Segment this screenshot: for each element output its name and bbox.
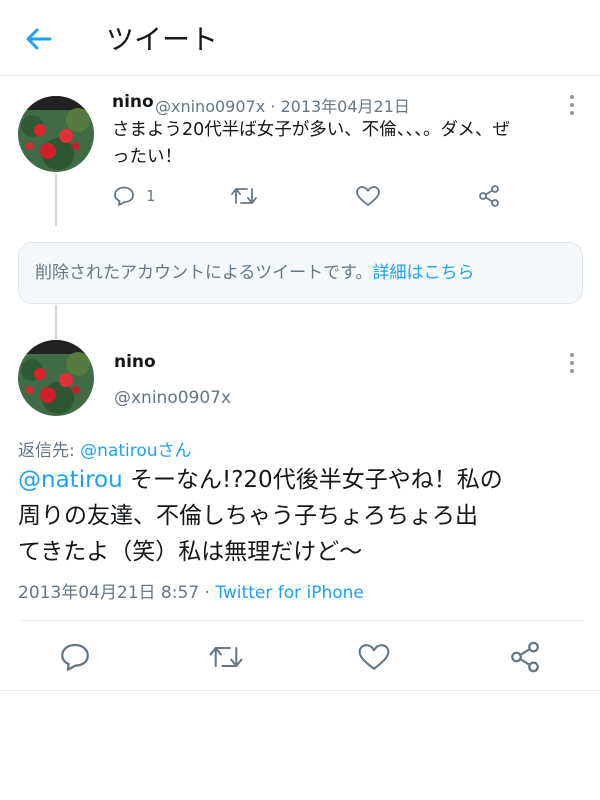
parent-like-button[interactable] — [355, 181, 381, 211]
back-button[interactable] — [22, 22, 56, 56]
parent-tweet-text: さまよう20代半ば女子が多い、不倫、、、。ダメ、ぜ ったい！ — [112, 117, 572, 171]
share-button[interactable] — [508, 640, 542, 674]
more-button[interactable] — [562, 350, 582, 376]
deleted-notice-text: 削除されたアカウントによるツイートです。 — [35, 263, 373, 283]
avatar[interactable] — [18, 96, 94, 172]
parent-tweet-meta: @xnino0907x · 2013年04月21日 — [155, 93, 410, 117]
meta-separator: · — [199, 583, 216, 603]
source-link[interactable]: Twitter for iPhone — [215, 583, 364, 603]
reply-to-link[interactable]: @natirou — [80, 441, 157, 461]
meta-separator: · — [270, 97, 276, 116]
replying-to: 返信先: @natirouさん — [18, 436, 192, 461]
learn-more-link[interactable]: 詳細はこちら — [372, 263, 474, 283]
tweet-text: @natirou そーなん!?20代後半女子やね！私の 周りの友達、不倫しちゃう… — [18, 462, 588, 570]
parent-share-button[interactable] — [477, 181, 501, 211]
parent-tweet-text-line: ったい！ — [112, 147, 182, 167]
parent-author-name[interactable]: nino — [112, 92, 154, 112]
retweet-icon — [209, 646, 243, 668]
parent-reply-button[interactable]: 1 — [112, 181, 156, 211]
deleted-tweet-notice: 削除されたアカウントによるツイートです。詳細はこちら — [18, 242, 583, 304]
share-icon — [479, 185, 499, 207]
parent-tweet-text-line: さまよう20代半ば女子が多い、不倫、、、。ダメ、ぜ — [112, 120, 510, 140]
tweet-text-segment: そーなん!?20代後半女子やね！私の — [122, 467, 503, 493]
thread-line — [55, 174, 57, 226]
reply-suffix[interactable]: さん — [158, 441, 192, 461]
reply-count: 1 — [146, 187, 156, 205]
reply-label: 返信先: — [18, 441, 81, 461]
like-icon — [356, 186, 380, 206]
retweet-button[interactable] — [208, 640, 243, 674]
reply-button[interactable] — [58, 640, 92, 674]
tweet-meta: 2013年04月21日 8:57 · Twitter for iPhone — [18, 578, 364, 603]
tweet-text-line: てきたよ（笑）私は無理だけど〜 — [18, 539, 363, 565]
reply-icon — [61, 643, 89, 671]
divider — [18, 620, 583, 621]
page-title: ツイート — [106, 23, 219, 56]
divider — [0, 690, 600, 691]
like-icon — [358, 644, 390, 670]
thread-line — [55, 305, 57, 339]
parent-author-handle[interactable]: @xnino0907x — [155, 97, 265, 116]
like-button[interactable] — [357, 640, 391, 674]
tweet-timestamp: 2013年04月21日 8:57 — [18, 583, 200, 603]
top-bar: ツイート — [0, 0, 600, 76]
parent-more-button[interactable] — [562, 92, 582, 118]
reply-icon — [114, 186, 134, 206]
retweet-icon — [231, 188, 257, 204]
tweet-text-line: 周りの友達、不倫しちゃう子ちょろちょろ出 — [18, 503, 478, 529]
parent-retweet-button[interactable] — [230, 181, 258, 211]
mention-link[interactable]: @natirou — [18, 467, 123, 493]
more-vertical-icon — [570, 353, 574, 373]
more-vertical-icon — [570, 95, 574, 115]
parent-tweet-date[interactable]: 2013年04月21日 — [280, 97, 409, 116]
author-name[interactable]: nino — [114, 352, 156, 372]
share-icon — [511, 641, 539, 673]
arrow-left-icon — [26, 28, 52, 50]
author-handle[interactable]: @xnino0907x — [114, 388, 231, 408]
avatar[interactable] — [18, 340, 94, 416]
tweet-text-line: @natirou そーなん!?20代後半女子やね！私の — [18, 462, 588, 498]
